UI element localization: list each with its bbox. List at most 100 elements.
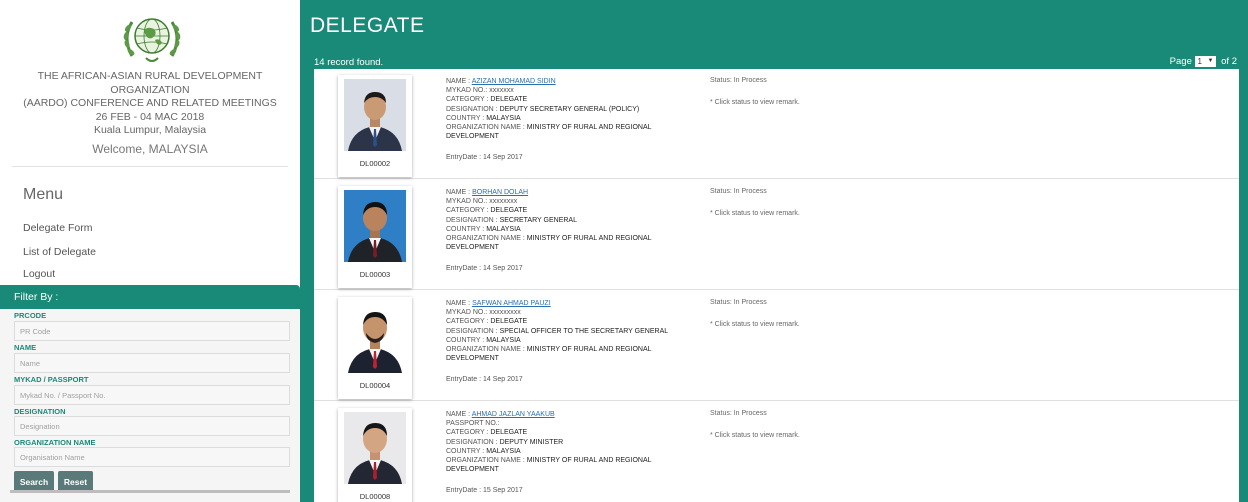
country-value: MALAYSIA: [486, 336, 521, 344]
field-label: NAME :: [446, 189, 471, 196]
field-label: EntryDate :: [446, 376, 482, 383]
pagination: Page 1 ▼ of 2: [1170, 56, 1237, 67]
designation-label: DESIGNATION: [14, 407, 66, 416]
delegate-name-link[interactable]: AHMAD JAZLAN YAAKUB: [472, 411, 555, 418]
delegate-info: NAME : BORHAN DOLAH MYKAD NO.: xxxxxxxx …: [446, 188, 706, 252]
menu-title: Menu: [23, 186, 64, 203]
delegate-name-link[interactable]: AZIZAN MOHAMAD SIDIN: [472, 78, 556, 85]
field-label: EntryDate :: [446, 265, 482, 272]
field-label: COUNTRY :: [446, 336, 485, 344]
divider: [12, 166, 288, 167]
field-label: DESIGNATION :: [446, 438, 498, 446]
entry-date-value: 14 Sep 2017: [482, 376, 523, 383]
org-line: (AARDO) CONFERENCE AND RELATED MEETINGS: [23, 97, 277, 109]
country-value: MALAYSIA: [486, 447, 521, 455]
field-label: COUNTRY :: [446, 114, 485, 122]
entry-date-value: 14 Sep 2017: [482, 265, 523, 272]
field-label: DESIGNATION :: [446, 327, 498, 335]
photo-frame: DL00008: [338, 408, 412, 502]
delegate-info: NAME : AHMAD JAZLAN YAAKUB PASSPORT NO.:…: [446, 410, 706, 474]
name-input[interactable]: [14, 353, 290, 373]
field-label: CATEGORY :: [446, 429, 489, 437]
status-link[interactable]: Status: In Process: [710, 77, 767, 84]
delegate-portrait-icon: [344, 301, 406, 373]
aardo-logo-icon: [118, 8, 186, 68]
record-count: 14 record found.: [314, 57, 384, 68]
category-value: DELEGATE: [490, 318, 528, 326]
delegate-card: DL00003 NAME : BORHAN DOLAH MYKAD NO.: x…: [314, 180, 1239, 290]
status-link[interactable]: Status: In Process: [710, 410, 767, 417]
name-label: NAME: [14, 343, 37, 352]
id-value: xxxxxxxx: [489, 198, 518, 206]
field-label: COUNTRY :: [446, 225, 485, 233]
page-title: DELEGATE: [310, 14, 425, 37]
entry-date: EntryDate : 14 Sep 2017: [446, 154, 523, 161]
field-label: ORGANIZATION NAME :: [446, 124, 525, 132]
organization-info: THE AFRICAN-ASIAN RURAL DEVELOPMENT ORGA…: [0, 70, 300, 138]
id-value: xxxxxxxxx: [489, 309, 521, 317]
prcode-label: PRCODE: [14, 311, 47, 320]
entry-date: EntryDate : 14 Sep 2017: [446, 376, 523, 383]
field-label: EntryDate :: [446, 154, 482, 161]
field-label: ORGANIZATION NAME :: [446, 235, 525, 243]
chevron-down-icon: ▼: [1207, 58, 1214, 64]
country-value: MALAYSIA: [486, 225, 521, 233]
delegate-card: DL00004 NAME : SAFWAN AHMAD PAUZI MYKAD …: [314, 291, 1239, 401]
page-total: of 2: [1221, 56, 1237, 68]
field-label: NAME :: [446, 411, 471, 418]
category-value: DELEGATE: [490, 96, 528, 104]
organization-name-input[interactable]: [14, 447, 290, 467]
field-label: DESIGNATION :: [446, 105, 498, 113]
delegate-card: DL00002 NAME : AZIZAN MOHAMAD SIDIN MYKA…: [314, 69, 1239, 179]
field-label: CATEGORY :: [446, 96, 489, 104]
menu-item-delegate-form[interactable]: Delegate Form: [23, 222, 92, 234]
designation-value: DEPUTY MINISTER: [499, 438, 564, 446]
remark-hint: * Click status to view remark.: [710, 321, 800, 328]
field-label: ORGANIZATION NAME :: [446, 457, 525, 465]
category-value: DELEGATE: [490, 207, 528, 215]
delegate-code: DL00008: [359, 492, 391, 501]
delegate-card: DL00008 NAME : AHMAD JAZLAN YAAKUB PASSP…: [314, 402, 1239, 502]
delegate-info: NAME : AZIZAN MOHAMAD SIDIN MYKAD NO.: x…: [446, 77, 706, 141]
designation-value: DEPUTY SECRETARY GENERAL (POLICY): [499, 105, 640, 113]
photo-frame: DL00002: [338, 75, 412, 177]
delegate-info: NAME : SAFWAN AHMAD PAUZI MYKAD NO.: xxx…: [446, 299, 706, 363]
prcode-input[interactable]: [14, 321, 290, 341]
mykad-passport-input[interactable]: [14, 385, 290, 405]
delegate-code: DL00002: [359, 159, 391, 168]
remark-hint: * Click status to view remark.: [710, 210, 800, 217]
org-line: THE AFRICAN-ASIAN RURAL DEVELOPMENT ORGA…: [37, 70, 263, 96]
designation-value: SPECIAL OFFICER TO THE SECRETARY GENERAL: [499, 327, 669, 335]
delegate-name-link[interactable]: BORHAN DOLAH: [472, 189, 528, 196]
org-line: Kuala Lumpur, Malaysia: [93, 124, 207, 136]
delegate-code: DL00004: [359, 381, 391, 390]
mykad-passport-label: MYKAD / PASSPORT: [14, 375, 89, 384]
menu-item-list-of-delegate[interactable]: List of Delegate: [23, 246, 96, 258]
field-label: MYKAD NO.:: [446, 309, 488, 317]
field-label: NAME :: [446, 78, 471, 85]
id-value: xxxxxxx: [489, 87, 514, 95]
status-link[interactable]: Status: In Process: [710, 299, 767, 306]
menu-item-logout[interactable]: Logout: [23, 268, 55, 280]
status-link[interactable]: Status: In Process: [710, 188, 767, 195]
field-label: CATEGORY :: [446, 207, 489, 215]
field-label: MYKAD NO.:: [446, 87, 488, 95]
field-label: EntryDate :: [446, 487, 482, 494]
field-label: PASSPORT NO.:: [446, 420, 500, 428]
field-label: MYKAD NO.:: [446, 198, 488, 206]
designation-input[interactable]: [14, 416, 290, 436]
remark-hint: * Click status to view remark.: [710, 99, 800, 106]
entry-date: EntryDate : 14 Sep 2017: [446, 265, 523, 272]
field-label: NAME :: [446, 300, 471, 307]
org-line: 26 FEB - 04 MAC 2018: [95, 110, 205, 123]
field-label: CATEGORY :: [446, 318, 489, 326]
entry-date-value: 14 Sep 2017: [482, 154, 523, 161]
organization-name-label: ORGANIZATION NAME: [14, 438, 96, 447]
sidebar: THE AFRICAN-ASIAN RURAL DEVELOPMENT ORGA…: [0, 0, 300, 502]
page-select[interactable]: 1 ▼: [1194, 56, 1216, 67]
delegate-name-link[interactable]: SAFWAN AHMAD PAUZI: [472, 300, 551, 307]
page-current: 1: [1197, 57, 1202, 66]
entry-date-value: 15 Sep 2017: [482, 487, 523, 494]
photo-frame: DL00003: [338, 186, 412, 288]
category-value: DELEGATE: [490, 429, 528, 437]
